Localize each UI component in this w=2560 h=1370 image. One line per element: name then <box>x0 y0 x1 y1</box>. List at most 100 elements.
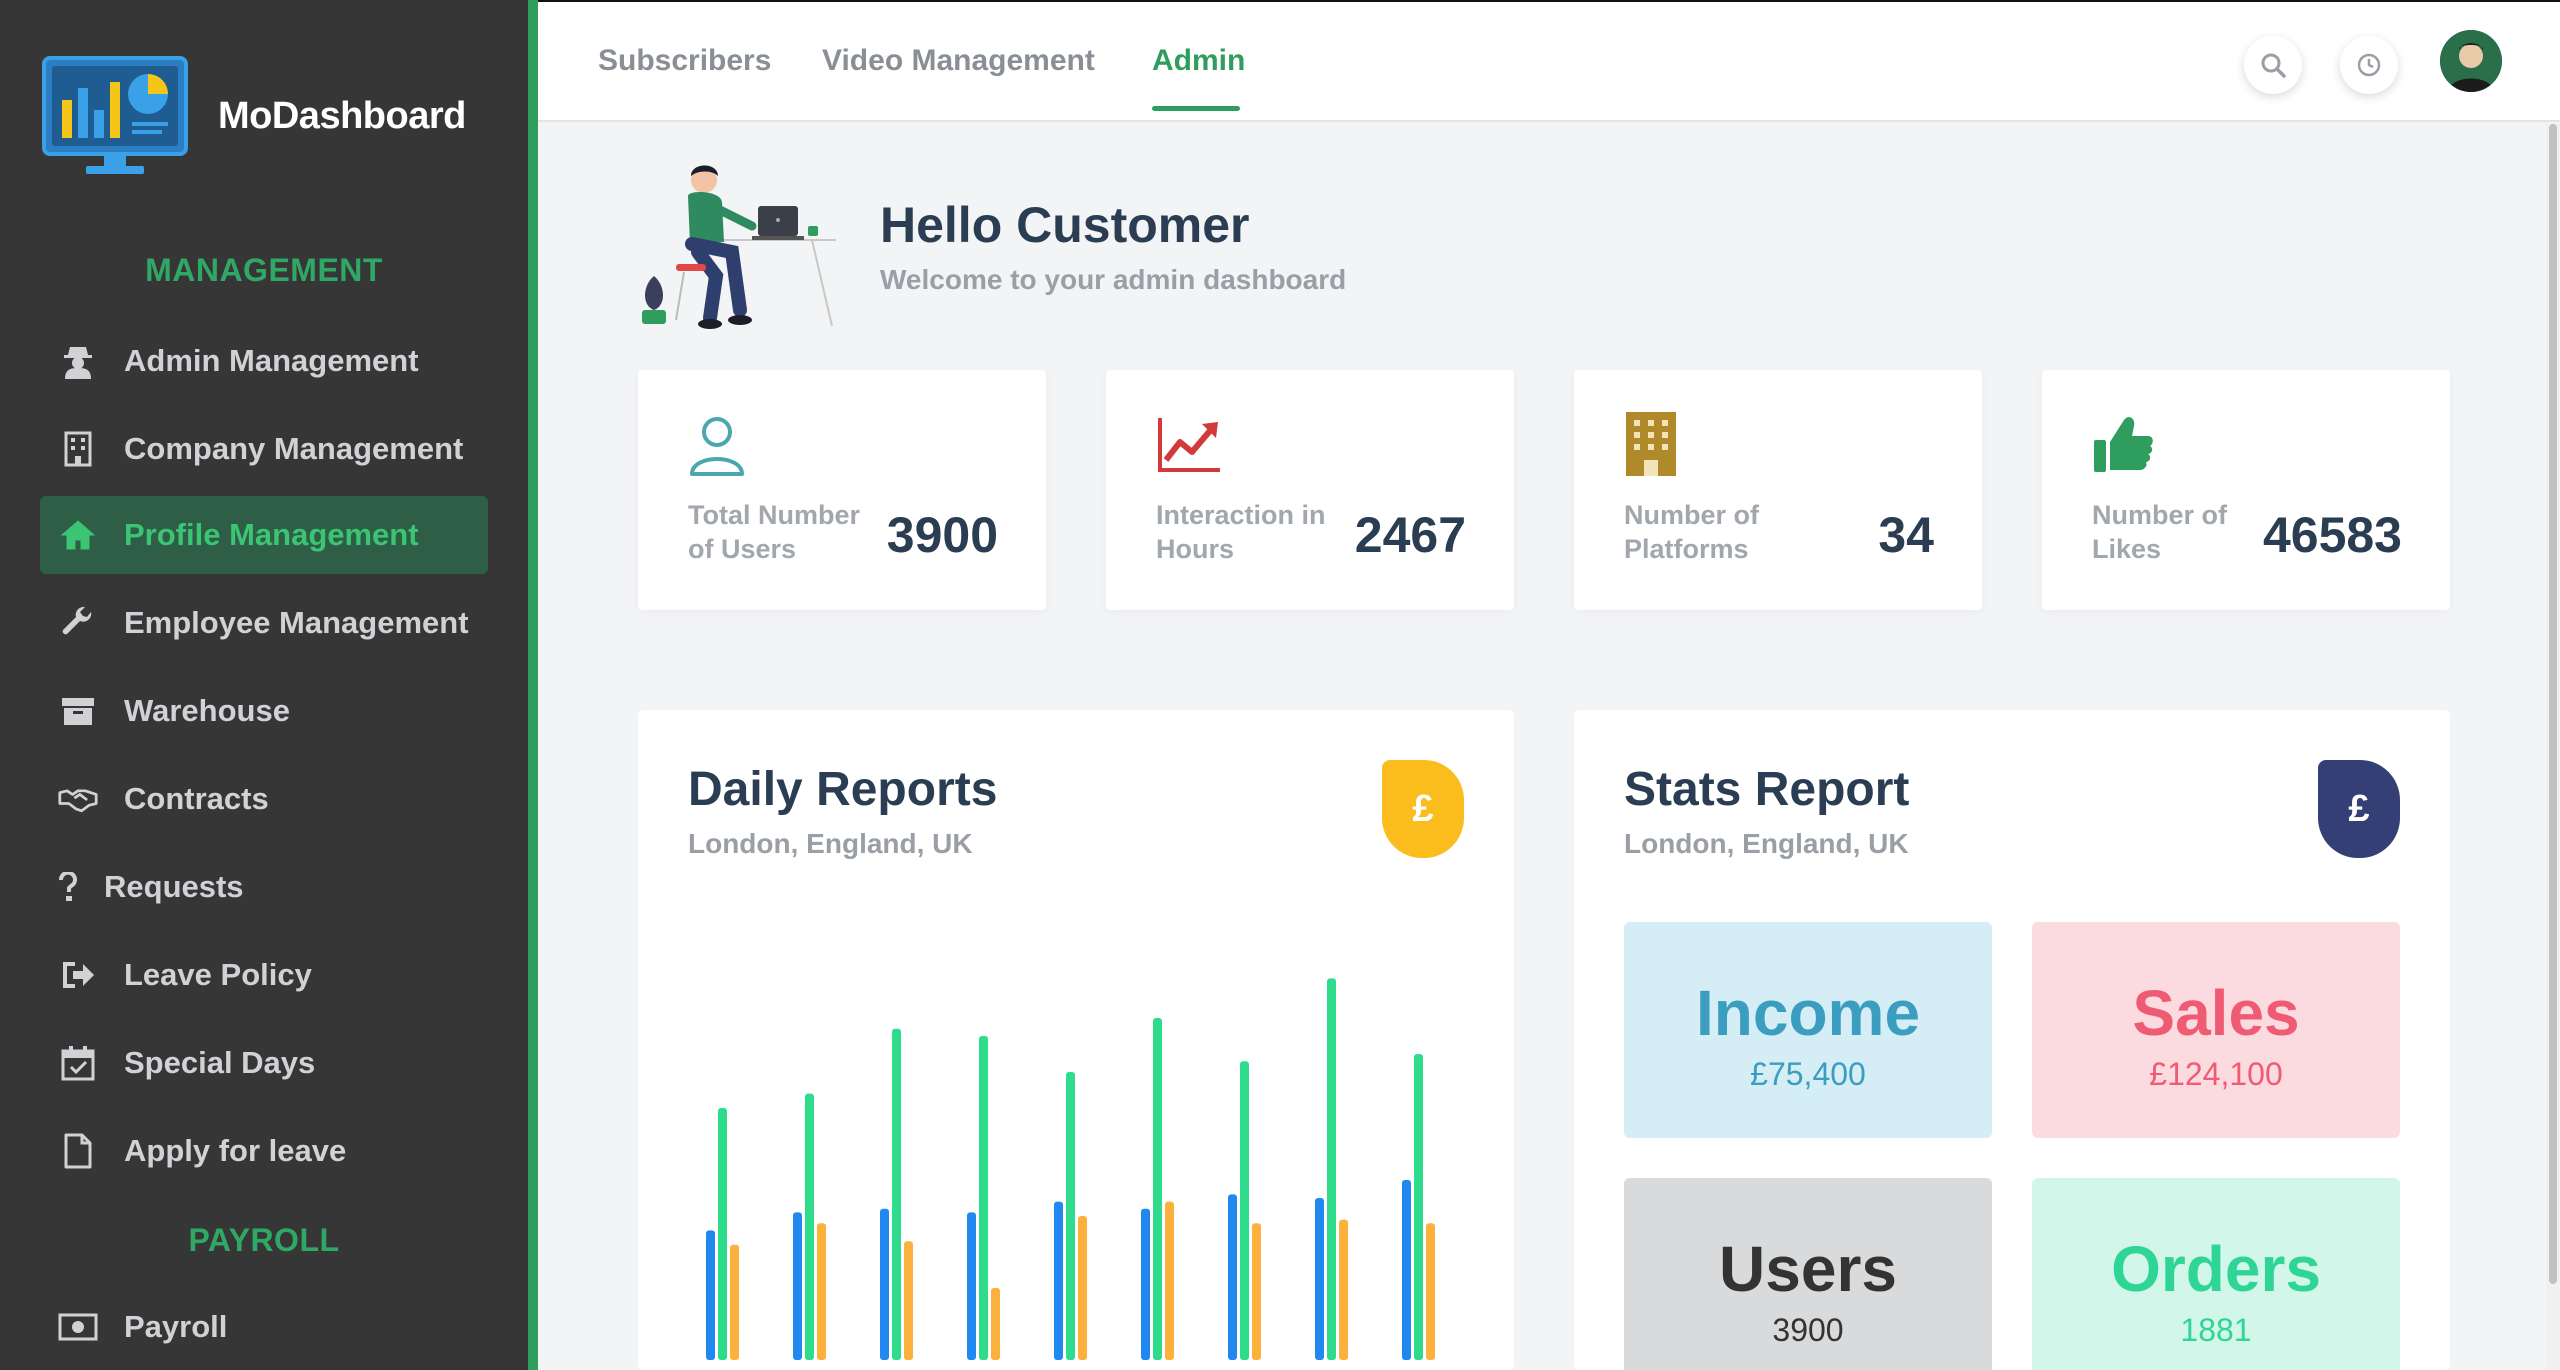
daily-reports-card: Daily Reports London, England, UK £ <box>638 710 1514 1370</box>
stats-report-card: Stats Report London, England, UK £ Incom… <box>1574 710 2450 1370</box>
user-secret-icon <box>58 341 98 381</box>
daily-reports-location: London, England, UK <box>688 828 973 859</box>
sidebar-item-label: Payroll <box>124 1309 228 1344</box>
sales-tile[interactable]: Sales £124,100 <box>2032 922 2400 1138</box>
question-icon <box>58 867 78 907</box>
stats-report-location: London, England, UK <box>1624 828 1909 859</box>
daily-reports-title: Daily Reports <box>688 763 998 816</box>
user-outline-icon <box>690 417 744 476</box>
sidebar-item-label: Company Management <box>124 431 464 466</box>
app: MoDashboard MANAGEMENT Admin Management … <box>0 0 2560 1370</box>
sidebar-item-admin-management[interactable]: Admin Management <box>40 322 488 400</box>
users-tile[interactable]: Users 3900 <box>1624 1178 1992 1370</box>
sidebar-item-warehouse[interactable]: Warehouse <box>40 672 488 750</box>
archive-box-icon <box>58 691 98 731</box>
chart-bar-s0-c6 <box>1228 1194 1237 1360</box>
stat-card-users: Total Number of Users 3900 <box>638 370 1046 610</box>
stat-label: Number of Platforms <box>1624 500 1759 564</box>
tile-value: 3900 <box>1772 1312 1844 1348</box>
file-icon <box>58 1131 98 1171</box>
pound-badge[interactable]: £ <box>2318 760 2400 858</box>
sidebar-item-label: Admin Management <box>124 343 419 378</box>
user-avatar-icon <box>2440 30 2502 92</box>
sidebar-item-special-days[interactable]: Special Days <box>40 1024 488 1102</box>
history-button[interactable] <box>2340 36 2398 94</box>
chart-bar-s1-c4 <box>1066 1072 1075 1360</box>
sidebar-item-apply-for-leave[interactable]: Apply for leave <box>40 1112 488 1190</box>
sidebar-item-profile-management[interactable]: Profile Management <box>40 496 488 574</box>
person-at-desk-illustration <box>642 165 836 329</box>
sidebar: MoDashboard MANAGEMENT Admin Management … <box>0 0 528 1370</box>
chart-bar-s1-c3 <box>979 1036 988 1360</box>
chart-bar-s2-c0 <box>730 1244 739 1360</box>
brand-name: MoDashboard <box>218 94 466 137</box>
chart-bar-s2-c7 <box>1339 1219 1348 1360</box>
tile-title: Orders <box>2111 1233 2321 1305</box>
calendar-check-icon <box>58 1043 98 1083</box>
monitor-chart-logo <box>42 56 188 174</box>
sidebar-item-requests[interactable]: Requests <box>40 848 488 926</box>
clock-icon <box>2357 53 2381 77</box>
sidebar-item-label: Employee Management <box>124 605 469 640</box>
chart-bar-s1-c1 <box>805 1093 814 1360</box>
stat-label: Total Number of Users <box>688 500 861 564</box>
pound-badge[interactable]: £ <box>1382 760 1464 858</box>
tab-video-management[interactable]: Video Management <box>822 44 1095 78</box>
sidebar-item-company-management[interactable]: Company Management <box>40 410 488 488</box>
sidebar-item-contracts[interactable]: Contracts <box>40 760 488 838</box>
stat-value: 34 <box>1878 507 1934 563</box>
stat-value: 46583 <box>2262 507 2402 563</box>
chart-bar-s0-c1 <box>793 1212 802 1360</box>
chart-bar-s0-c5 <box>1141 1208 1150 1360</box>
line-chart-up-icon <box>1158 418 1220 472</box>
sidebar-item-label: Apply for leave <box>124 1133 347 1168</box>
search-button[interactable] <box>2244 36 2302 94</box>
sidebar-item-label: Contracts <box>124 781 269 816</box>
wrench-icon <box>58 603 98 643</box>
tile-value: £124,100 <box>2149 1056 2283 1092</box>
chart-bar-s2-c5 <box>1165 1201 1174 1360</box>
sidebar-item-leave-policy[interactable]: Leave Policy <box>40 936 488 1014</box>
chart-bar-s1-c6 <box>1240 1061 1249 1360</box>
chart-bar-s2-c4 <box>1078 1216 1087 1360</box>
sign-out-icon <box>58 955 98 995</box>
chart-bar-s0-c2 <box>880 1208 889 1360</box>
stats-report-title: Stats Report <box>1624 763 1910 816</box>
income-tile[interactable]: Income £75,400 <box>1624 922 1992 1138</box>
stat-label: Number of Likes <box>2092 500 2227 564</box>
stat-card-likes: Number of Likes 46583 <box>2042 370 2450 610</box>
chart-bar-s0-c3 <box>967 1212 976 1360</box>
orders-tile[interactable]: Orders 1881 <box>2032 1178 2400 1370</box>
sidebar-item-label: Special Days <box>124 1045 316 1080</box>
stat-label: Interaction in Hours <box>1156 500 1326 564</box>
sidebar-item-label: Profile Management <box>124 517 419 552</box>
handshake-icon <box>58 779 98 819</box>
sidebar-item-label: Warehouse <box>124 693 290 728</box>
greeting-subtitle: Welcome to your admin dashboard <box>880 264 1347 295</box>
thumbs-up-icon <box>2094 417 2153 472</box>
avatar[interactable] <box>2440 30 2502 92</box>
chart-bar-s2-c8 <box>1426 1223 1435 1360</box>
tab-subscribers[interactable]: Subscribers <box>598 44 771 78</box>
active-tab-indicator <box>1152 106 1240 111</box>
greeting-title: Hello Customer <box>880 197 1250 253</box>
stat-card-platforms: Number of Platforms 34 <box>1574 370 1982 610</box>
daily-reports-bar-chart <box>706 978 1435 1360</box>
section-title-management: MANAGEMENT <box>145 252 383 288</box>
home-icon <box>58 515 98 555</box>
tab-admin[interactable]: Admin <box>1152 44 1245 78</box>
search-icon <box>2261 53 2286 78</box>
chart-bar-s1-c0 <box>718 1108 727 1360</box>
stat-value: 3900 <box>886 507 998 563</box>
tile-title: Users <box>1719 1233 1897 1305</box>
scrollbar-thumb[interactable] <box>2549 124 2557 1284</box>
brand[interactable]: MoDashboard <box>40 54 466 178</box>
sidebar-item-employee-management[interactable]: Employee Management <box>40 584 488 662</box>
chart-bar-s1-c7 <box>1327 978 1336 1360</box>
building-icon <box>1626 412 1676 476</box>
chart-bar-s0-c7 <box>1315 1198 1324 1360</box>
chart-bar-s1-c2 <box>892 1028 901 1360</box>
tile-title: Income <box>1695 977 1921 1049</box>
sidebar-item-payroll[interactable]: Payroll <box>40 1288 488 1366</box>
stat-value: 2467 <box>1354 507 1466 563</box>
